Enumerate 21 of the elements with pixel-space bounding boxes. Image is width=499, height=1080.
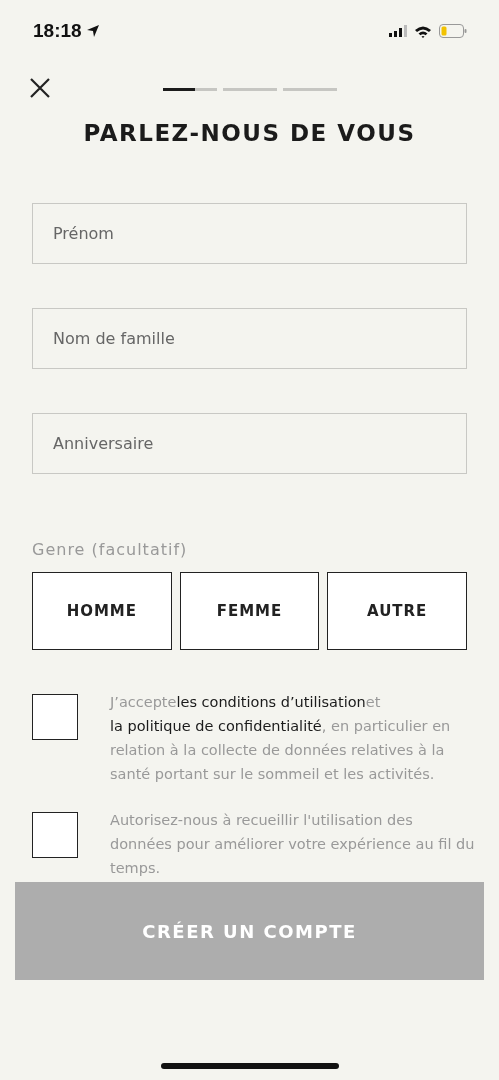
consent-text: J’accepteles conditions d’utilisationet la politique de confidentialité, en particulier en relation à la collecte de données relatives à la santé portant sur le sommeil et les activités. (110, 690, 479, 786)
checkbox[interactable] (32, 694, 78, 740)
battery-icon (439, 24, 467, 38)
gender-option[interactable]: HOMME (32, 572, 172, 650)
close-button[interactable] (29, 77, 51, 99)
page-title: PARLEZ-NOUS DE VOUS (82, 120, 417, 146)
gender-option[interactable]: FEMME (179, 572, 320, 650)
input-field[interactable]: Anniversaire (32, 413, 467, 474)
location-arrow-icon (85, 24, 100, 38)
status-time: 18:18 (33, 20, 82, 42)
link[interactable]: les conditions d’utilisation (176, 690, 366, 714)
input-field[interactable]: Nom de famille (32, 308, 467, 369)
signal-icon (389, 25, 407, 37)
gender-label: Genre (facultatif) (32, 540, 189, 559)
wifi-icon (414, 24, 432, 38)
progress-step (163, 87, 217, 91)
gender-option[interactable]: AUTRE (327, 572, 467, 650)
checkbox[interactable] (32, 812, 78, 858)
consent-text: Autorisez-nous à recueillir l'utilisation des données pour améliorer votre expérience au fil du temps. (110, 811, 476, 878)
link[interactable]: la politique de confidentialité (110, 714, 322, 738)
input-field[interactable]: Prénom (32, 203, 467, 264)
